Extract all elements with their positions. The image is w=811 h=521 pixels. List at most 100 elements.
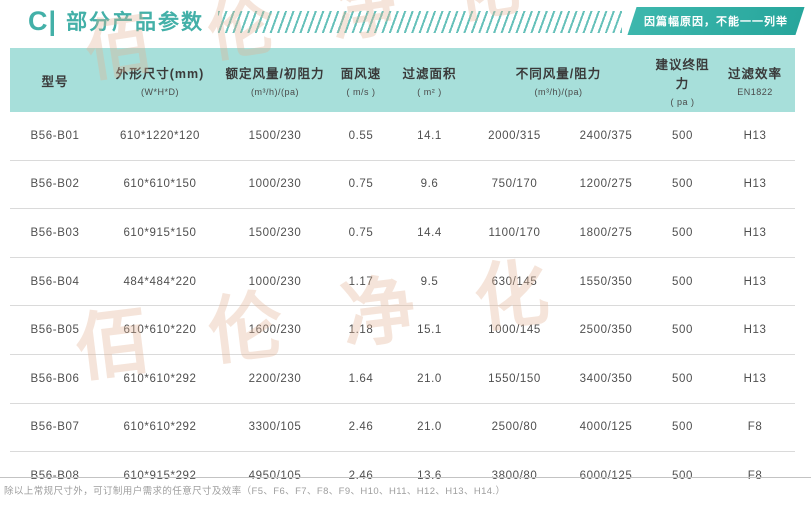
table-cell: 14.4 (392, 209, 467, 258)
table-cell: B56-B06 (10, 354, 100, 403)
table-cell: 6000/125 (562, 452, 650, 500)
table-cell: 3400/350 (562, 354, 650, 403)
table-row: B56-B05610*610*2201600/2301.1815.11000/1… (10, 306, 795, 355)
table-cell: 750/170 (467, 160, 562, 209)
table-cell: 1600/230 (220, 306, 330, 355)
column-header-rated-airflow: 额定风量/初阻力 (m³/h)/(pa) (220, 48, 330, 112)
table-cell: B56-B01 (10, 112, 100, 160)
table-cell: B56-B02 (10, 160, 100, 209)
table-cell: 1550/350 (562, 257, 650, 306)
table-cell: 9.6 (392, 160, 467, 209)
column-unit: ( m/s ) (330, 87, 392, 97)
table-row: B56-B03610*915*1501500/2300.7514.41100/1… (10, 209, 795, 258)
column-label: 型号 (10, 71, 100, 90)
column-unit: (W*H*D) (100, 87, 220, 97)
divider-line (0, 477, 811, 478)
table-cell: 500 (650, 403, 715, 452)
table-cell: 21.0 (392, 403, 467, 452)
column-header-filter-area: 过滤面积 ( m² ) (392, 48, 467, 112)
table-cell: 15.1 (392, 306, 467, 355)
footnote-text: 除以上常规尺寸外，可订制用户需求的任意尺寸及效率（F5、F6、F7、F8、F9、… (4, 483, 505, 497)
table-cell: 2500/350 (562, 306, 650, 355)
table-cell: 1500/230 (220, 209, 330, 258)
table-cell: 500 (650, 257, 715, 306)
table-cell: 610*610*292 (100, 403, 220, 452)
table-cell: 1100/170 (467, 209, 562, 258)
table-cell: F8 (715, 403, 795, 452)
table-cell: B56-B05 (10, 306, 100, 355)
table-cell: 1000/230 (220, 257, 330, 306)
table-cell: 0.75 (330, 209, 392, 258)
table-cell: B56-B03 (10, 209, 100, 258)
table-body: B56-B01610*1220*1201500/2300.5514.12000/… (10, 112, 795, 500)
column-label: 过滤效率 (715, 63, 795, 82)
table-cell: 2.46 (330, 403, 392, 452)
column-label: 建议终阻力 (650, 54, 715, 92)
table-cell: 4000/125 (562, 403, 650, 452)
table-cell: 484*484*220 (100, 257, 220, 306)
table-cell: 1000/145 (467, 306, 562, 355)
ribbon-text: 因篇幅原因，不能一一列举 (644, 13, 788, 29)
column-unit: ( m² ) (392, 87, 467, 97)
table-cell: 14.1 (392, 112, 467, 160)
column-label: 额定风量/初阻力 (220, 63, 330, 82)
column-label: 过滤面积 (392, 63, 467, 82)
table-cell: 610*610*150 (100, 160, 220, 209)
table-cell: 610*610*220 (100, 306, 220, 355)
column-header-model: 型号 (10, 48, 100, 112)
column-unit: ( pa ) (650, 97, 715, 107)
table-cell: 500 (650, 452, 715, 500)
column-header-face-velocity: 面风速 ( m/s ) (330, 48, 392, 112)
table-cell: 3300/105 (220, 403, 330, 452)
table-cell: 2400/375 (562, 112, 650, 160)
table-cell: 500 (650, 306, 715, 355)
column-label: 面风速 (330, 63, 392, 82)
table-cell: 500 (650, 209, 715, 258)
table-cell: 610*610*292 (100, 354, 220, 403)
table-cell: 2200/230 (220, 354, 330, 403)
title-bar: C| 部分产品参数 因篇幅原因，不能一一列举 (28, 5, 806, 37)
table-cell: 500 (650, 112, 715, 160)
table-cell: 1550/150 (467, 354, 562, 403)
table-cell: 610*1220*120 (100, 112, 220, 160)
table-cell: 610*915*150 (100, 209, 220, 258)
table-cell: H13 (715, 112, 795, 160)
table-cell: 1500/230 (220, 112, 330, 160)
table-cell: 0.55 (330, 112, 392, 160)
ribbon-badge: 因篇幅原因，不能一一列举 (627, 7, 804, 35)
product-parameters-table: 型号 外形尺寸(mm) (W*H*D) 额定风量/初阻力 (m³/h)/(pa)… (10, 48, 795, 500)
table-cell: 500 (650, 354, 715, 403)
column-header-efficiency: 过滤效率 EN1822 (715, 48, 795, 112)
table-cell: H13 (715, 257, 795, 306)
column-unit: (m³/h)/(pa) (220, 87, 330, 97)
column-label: 不同风量/阻力 (467, 63, 650, 82)
table-cell: 1.64 (330, 354, 392, 403)
table-cell: B56-B07 (10, 403, 100, 452)
table-cell: 21.0 (392, 354, 467, 403)
table-cell: H13 (715, 354, 795, 403)
table-cell: F8 (715, 452, 795, 500)
table-header: 型号 外形尺寸(mm) (W*H*D) 额定风量/初阻力 (m³/h)/(pa)… (10, 48, 795, 112)
table-cell: 500 (650, 160, 715, 209)
table-row: B56-B01610*1220*1201500/2300.5514.12000/… (10, 112, 795, 160)
page-title: 部分产品参数 (66, 6, 204, 36)
table-cell: H13 (715, 160, 795, 209)
column-unit: (m³/h)/(pa) (467, 87, 650, 97)
table-cell: 9.5 (392, 257, 467, 306)
table-cell: 1.17 (330, 257, 392, 306)
column-label: 外形尺寸(mm) (100, 63, 220, 82)
column-header-dimensions: 外形尺寸(mm) (W*H*D) (100, 48, 220, 112)
section-letter: C| (28, 6, 57, 36)
table-row: B56-B06610*610*2922200/2301.6421.01550/1… (10, 354, 795, 403)
table-cell: 1200/275 (562, 160, 650, 209)
table-row: B56-B07610*610*2923300/1052.4621.02500/8… (10, 403, 795, 452)
diagonal-stripes-decoration (218, 11, 622, 33)
table-cell: 1.18 (330, 306, 392, 355)
table-row: B56-B02610*610*1501000/2300.759.6750/170… (10, 160, 795, 209)
table-cell: 1000/230 (220, 160, 330, 209)
column-unit: EN1822 (715, 87, 795, 97)
table-cell: H13 (715, 209, 795, 258)
table-cell: B56-B04 (10, 257, 100, 306)
table-cell: 2000/315 (467, 112, 562, 160)
table-cell: H13 (715, 306, 795, 355)
